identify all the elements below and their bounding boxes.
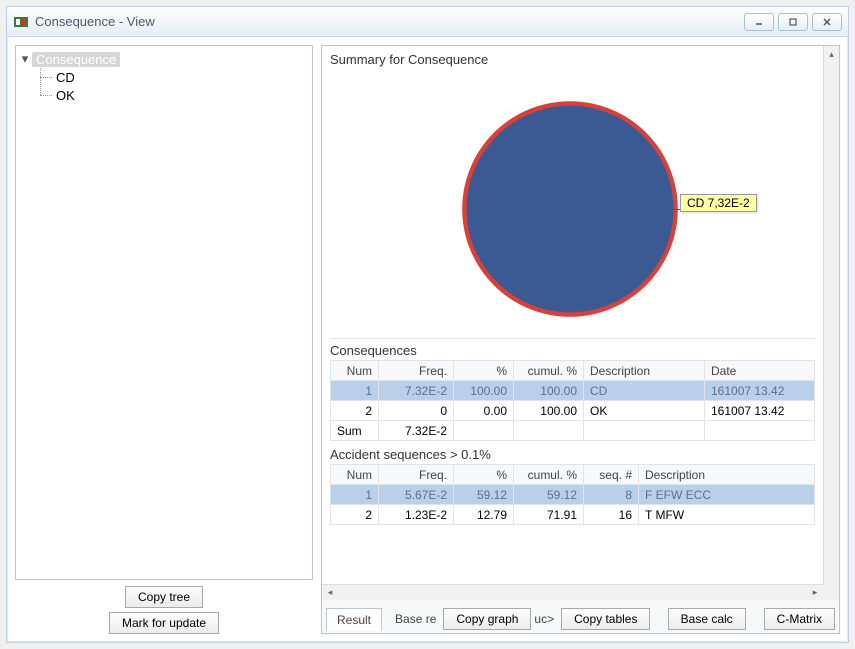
cell: 100.00 — [514, 381, 584, 401]
col-seq[interactable]: seq. # — [584, 465, 639, 485]
tree-item-ok[interactable]: OK — [18, 86, 310, 104]
table-row[interactable]: 2 0 0.00 100.00 OK 161007 13.42 — [331, 401, 815, 421]
cell: 0.00 — [454, 401, 514, 421]
vertical-scrollbar[interactable]: ▴ — [823, 46, 839, 584]
col-pct[interactable]: % — [454, 361, 514, 381]
copy-tables-button[interactable]: Copy tables — [561, 608, 650, 630]
cell: 5.67E-2 — [379, 485, 454, 505]
scroll-right-icon[interactable]: ▸ — [807, 587, 823, 598]
app-icon — [13, 14, 29, 30]
content-area: ▾ Consequence CD OK Copy tree Mark for u… — [7, 37, 848, 642]
col-num[interactable]: Num — [331, 465, 379, 485]
cell: 100.00 — [514, 401, 584, 421]
cell: T MFW — [639, 505, 815, 525]
app-window: Consequence - View ▾ Consequence CD OK — [6, 6, 849, 643]
col-num[interactable]: Num — [331, 361, 379, 381]
tree-item-label: CD — [56, 70, 75, 85]
scroll-left-icon[interactable]: ◂ — [322, 587, 338, 598]
window-controls — [744, 13, 842, 31]
cell: 1 — [331, 485, 379, 505]
close-button[interactable] — [812, 13, 842, 31]
table-sum-row: Sum 7.32E-2 — [331, 421, 815, 441]
titlebar[interactable]: Consequence - View — [7, 7, 848, 37]
right-content: Summary for Consequence CD 7,32E-2 Conse… — [322, 46, 823, 600]
pie-slice-label: CD 7,32E-2 — [680, 194, 757, 212]
col-date[interactable]: Date — [705, 361, 815, 381]
accident-heading: Accident sequences > 0.1% — [330, 447, 815, 462]
cell: 59.12 — [514, 485, 584, 505]
copy-graph-button[interactable]: Copy graph — [443, 608, 531, 630]
window-title: Consequence - View — [35, 14, 744, 29]
cell: 1 — [331, 381, 379, 401]
scroll-corner — [823, 584, 839, 600]
cell: 161007 13.42 — [705, 381, 815, 401]
cell: 12.79 — [454, 505, 514, 525]
tree-root[interactable]: ▾ Consequence — [18, 50, 310, 68]
cell — [454, 421, 514, 441]
scroll-up-icon[interactable]: ▴ — [824, 46, 839, 62]
table-header-row: Num Freq. % cumul. % Description Date — [331, 361, 815, 381]
cell: 59.12 — [454, 485, 514, 505]
cell-sum-freq: 7.32E-2 — [379, 421, 454, 441]
tree-item-label: OK — [56, 88, 75, 103]
table-row[interactable]: 2 1.23E-2 12.79 71.91 16 T MFW — [331, 505, 815, 525]
cell: 16 — [584, 505, 639, 525]
horizontal-scrollbar[interactable]: ◂ ▸ — [322, 584, 823, 600]
copy-tree-button[interactable]: Copy tree — [125, 586, 203, 608]
accident-table[interactable]: Num Freq. % cumul. % seq. # Description … — [330, 464, 815, 525]
tree-item-cd[interactable]: CD — [18, 68, 310, 86]
cell: 2 — [331, 505, 379, 525]
cell: CD — [584, 381, 705, 401]
cell: 161007 13.42 — [705, 401, 815, 421]
col-pct[interactable]: % — [454, 465, 514, 485]
tree-root-label: Consequence — [32, 52, 120, 67]
tree-view[interactable]: ▾ Consequence CD OK — [15, 45, 313, 580]
cell: 8 — [584, 485, 639, 505]
minimize-button[interactable] — [744, 13, 774, 31]
cell: 2 — [331, 401, 379, 421]
caret-down-icon[interactable]: ▾ — [18, 51, 32, 67]
right-scroll-container: Summary for Consequence CD 7,32E-2 Conse… — [321, 45, 840, 600]
cell-sum-label: Sum — [331, 421, 379, 441]
cell: OK — [584, 401, 705, 421]
col-cum[interactable]: cumul. % — [514, 465, 584, 485]
col-desc[interactable]: Description — [639, 465, 815, 485]
col-desc[interactable]: Description — [584, 361, 705, 381]
pie-leader-line — [570, 209, 680, 210]
pie-chart-area: CD 7,32E-2 — [330, 69, 815, 339]
table-row[interactable]: 1 7.32E-2 100.00 100.00 CD 161007 13.42 — [331, 381, 815, 401]
cell: 100.00 — [454, 381, 514, 401]
table-row[interactable]: 1 5.67E-2 59.12 59.12 8 F EFW ECC — [331, 485, 815, 505]
consequences-heading: Consequences — [330, 343, 815, 358]
cell: 0 — [379, 401, 454, 421]
col-freq[interactable]: Freq. — [379, 465, 454, 485]
consequences-table[interactable]: Num Freq. % cumul. % Description Date 1 — [330, 360, 815, 441]
cell — [514, 421, 584, 441]
col-freq[interactable]: Freq. — [379, 361, 454, 381]
cell: 7.32E-2 — [379, 381, 454, 401]
bottom-tab-bar: Result Base re Copy graph uc> Copy table… — [321, 600, 840, 634]
tab-base-re[interactable]: Base re — [384, 607, 447, 630]
cell: F EFW ECC — [639, 485, 815, 505]
summary-heading: Summary for Consequence — [330, 52, 815, 67]
left-pane: ▾ Consequence CD OK Copy tree Mark for u… — [15, 45, 313, 634]
left-button-group: Copy tree Mark for update — [15, 580, 313, 634]
base-calc-button[interactable]: Base calc — [668, 608, 746, 630]
cell: 1.23E-2 — [379, 505, 454, 525]
right-pane: Summary for Consequence CD 7,32E-2 Conse… — [321, 45, 840, 634]
col-cum[interactable]: cumul. % — [514, 361, 584, 381]
c-matrix-button[interactable]: C-Matrix — [764, 608, 835, 630]
cell: 71.91 — [514, 505, 584, 525]
cell — [584, 421, 705, 441]
cell — [705, 421, 815, 441]
tab-result[interactable]: Result — [326, 608, 382, 631]
maximize-button[interactable] — [778, 13, 808, 31]
mark-for-update-button[interactable]: Mark for update — [109, 612, 219, 634]
table-header-row: Num Freq. % cumul. % seq. # Description — [331, 465, 815, 485]
